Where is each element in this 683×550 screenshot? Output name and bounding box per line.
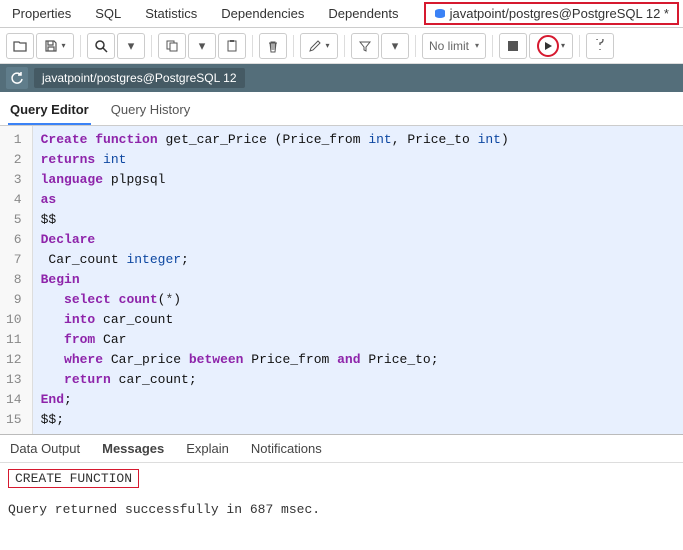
top-tab-bar: Properties SQL Statistics Dependencies D… [0, 0, 683, 28]
copy-button[interactable] [158, 33, 186, 59]
tab-properties[interactable]: Properties [0, 1, 83, 26]
database-icon [434, 8, 446, 20]
tab-query-editor[interactable]: Query Editor [8, 98, 91, 125]
connection-bar: javatpoint/postgres@PostgreSQL 12 [0, 64, 683, 92]
code-content[interactable]: Create function get_car_Price (Price_fro… [33, 126, 683, 434]
refresh-connection-button[interactable] [6, 67, 28, 89]
output-tab-bar: Data Output Messages Explain Notificatio… [0, 434, 683, 463]
connection-tab-label: javatpoint/postgres@PostgreSQL 12 * [450, 6, 669, 21]
tab-messages[interactable]: Messages [100, 439, 166, 458]
tab-sql[interactable]: SQL [83, 1, 133, 26]
paste-button[interactable] [218, 33, 246, 59]
stop-button[interactable] [499, 33, 527, 59]
result-message: CREATE FUNCTION [8, 469, 139, 488]
search-dropdown[interactable]: ▾ [117, 33, 145, 59]
line-gutter: 123456789101112131415 [0, 126, 33, 434]
search-button[interactable] [87, 33, 115, 59]
edit-button[interactable] [300, 33, 338, 59]
play-icon [537, 35, 559, 57]
execute-button[interactable] [529, 33, 573, 59]
tab-statistics[interactable]: Statistics [133, 1, 209, 26]
copy-dropdown[interactable]: ▾ [188, 33, 216, 59]
editor-tab-bar: Query Editor Query History [0, 92, 683, 126]
explain-button[interactable] [586, 33, 614, 59]
code-editor[interactable]: 123456789101112131415 Create function ge… [0, 126, 683, 434]
tab-explain[interactable]: Explain [184, 439, 231, 458]
connection-label: javatpoint/postgres@PostgreSQL 12 [34, 68, 245, 88]
delete-button[interactable] [259, 33, 287, 59]
limit-select[interactable]: No limit▾ [422, 33, 486, 59]
tab-notifications[interactable]: Notifications [249, 439, 324, 458]
tab-dependents[interactable]: Dependents [316, 1, 410, 26]
messages-panel: CREATE FUNCTION Query returned successfu… [0, 463, 683, 523]
open-file-button[interactable] [6, 33, 34, 59]
save-button[interactable] [36, 33, 74, 59]
filter-dropdown[interactable]: ▾ [381, 33, 409, 59]
filter-button[interactable] [351, 33, 379, 59]
connection-tab[interactable]: javatpoint/postgres@PostgreSQL 12 * [424, 2, 679, 25]
tab-dependencies[interactable]: Dependencies [209, 1, 316, 26]
tab-data-output[interactable]: Data Output [8, 439, 82, 458]
toolbar: ▾ ▾ ▾ No limit▾ [0, 28, 683, 64]
tab-query-history[interactable]: Query History [109, 98, 192, 125]
status-message: Query returned successfully in 687 msec. [8, 502, 675, 517]
